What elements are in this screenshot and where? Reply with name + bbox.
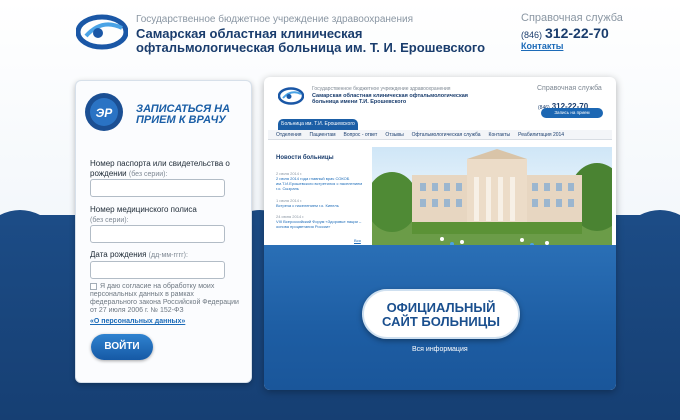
passport-label: Номер паспорта или свидетельства о рожде… (90, 159, 245, 180)
preview-news-item: 1 июля 2014 г. Встреча с населением г.о. … (276, 198, 368, 208)
help-service-title: Справочная служба (521, 12, 623, 24)
consent-checkbox[interactable] (90, 283, 97, 290)
policy-label-text: Номер медицинского полиса (90, 205, 197, 214)
preview-news-title: Новости больницы (276, 155, 334, 161)
consent-text: Я даю согласие на обработку моих персона… (90, 283, 239, 314)
policy-label: Номер медицинского полиса (без серии): (90, 205, 245, 226)
eye-logo-icon[interactable] (76, 12, 128, 52)
preview-eye-logo-icon (278, 87, 304, 105)
login-button[interactable]: ВОЙТИ (91, 334, 153, 360)
personal-data-link[interactable]: «О персональных данных» (90, 318, 185, 325)
birthdate-label: Дата рождения (дд-мм-гггг): (90, 250, 245, 261)
official-site-line1: ОФИЦИАЛЬНЫЙ (386, 300, 496, 315)
ep-badge-icon: ЭР (85, 93, 123, 131)
official-site-button[interactable]: ОФИЦИАЛЬНЫЙ САЙТ БОЛЬНИЦЫ (362, 289, 520, 339)
news-text: VIII Всероссийский Форум «Здоровье нации… (276, 219, 362, 229)
preview-org-type: Государственное бюджетное учреждение здр… (312, 86, 451, 92)
preview-nav: Отделения Пациентам Вопрос - ответ Отзыв… (268, 130, 612, 140)
passport-input[interactable] (90, 179, 225, 197)
preview-news-column: Новости больницы 2 июля 2014 г. 2 июля 20… (268, 147, 372, 257)
preview-org-name: Самарская областная клиническая офтальмо… (312, 93, 469, 105)
site-header: Государственное бюджетное учреждение здр… (0, 0, 680, 60)
news-text: 2 июля 2014 года главный врач СОКОБ им.Т… (276, 176, 363, 191)
preview-nav-item: Офтальмологическая служба (411, 131, 481, 138)
svg-text:ЭР: ЭР (96, 106, 114, 120)
preview-site-tab: Больница им. Т.И. Ерошевского (278, 119, 358, 130)
preview-nav-item: Пациентам (309, 131, 336, 138)
birthdate-input[interactable] (90, 261, 225, 279)
contacts-link[interactable]: Контакты (521, 41, 563, 51)
official-site-line2: САЙТ БОЛЬНИЦЫ (382, 314, 500, 329)
passport-hint: (без серии): (128, 171, 168, 178)
preview-nav-item: Вопрос - ответ (343, 131, 378, 138)
card-title: ЗАПИСАТЬСЯ НА ПРИЕМ К ВРАЧУ (136, 103, 231, 126)
birthdate-hint: (дд-мм-гггг): (148, 252, 188, 259)
org-type-text: Государственное бюджетное учреждение здр… (136, 14, 414, 25)
preview-nav-item: Реабилитация 2014 (518, 131, 565, 138)
news-text: Встреча с населением г.о. Кинель (276, 203, 339, 208)
phone-code: (846) (521, 30, 543, 40)
preview-news-item: 2 июля 2014 г. 2 июля 2014 года главный в… (276, 171, 368, 191)
preview-nav-item: Отделения (276, 131, 302, 138)
preview-news-item: 24 июня 2014 г. VIII Всероссийский Форум … (276, 214, 368, 229)
phone-number: 312-22-70 (545, 25, 609, 41)
preview-record-button: Запись на прием (541, 108, 603, 118)
policy-hint: (без серии): (90, 217, 129, 224)
org-name: Самарская областная клиническая офтальмо… (136, 26, 486, 55)
preview-nav-item: Контакты (488, 131, 511, 138)
birthdate-label-text: Дата рождения (90, 250, 147, 259)
preview-nav-item: Отзывы (385, 131, 404, 138)
policy-input[interactable] (90, 225, 225, 243)
all-info-link[interactable]: Вся информация (412, 346, 468, 353)
consent-block: Я даю согласие на обработку моих персона… (90, 283, 240, 315)
preview-help-title: Справочная служба (537, 85, 602, 92)
official-site-preview[interactable]: Государственное бюджетное учреждение здр… (264, 77, 616, 390)
